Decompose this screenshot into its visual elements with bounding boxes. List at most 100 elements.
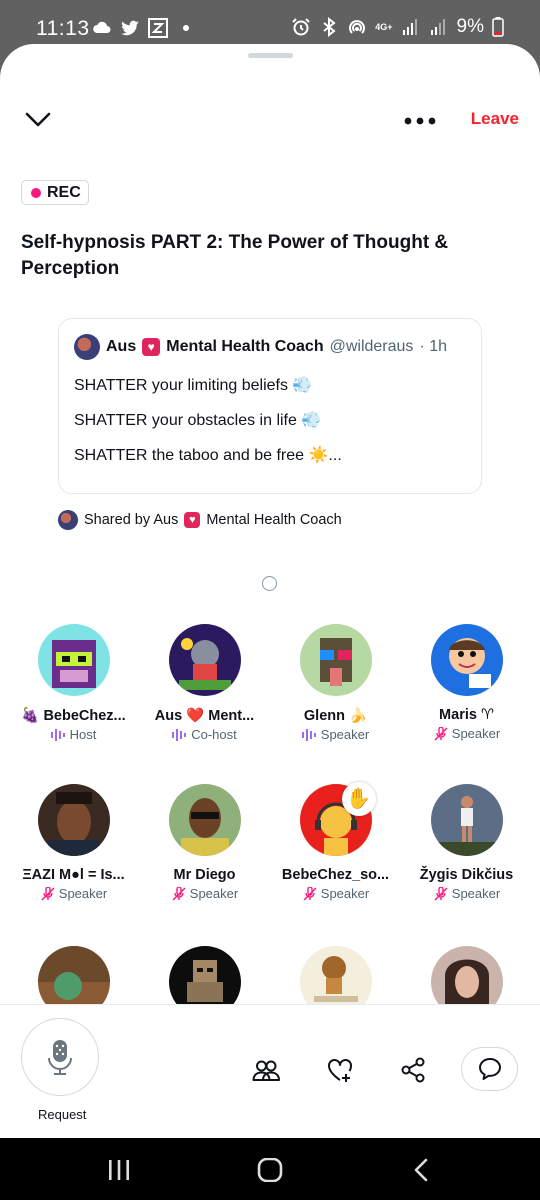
cloud-icon xyxy=(93,21,111,33)
participant-role: Speaker xyxy=(401,726,532,741)
participant-role-label: Speaker xyxy=(451,726,501,741)
back-icon[interactable] xyxy=(408,1158,434,1182)
tweet-text-line: SHATTER your obstacles in life 💨 xyxy=(74,412,322,429)
participant-name: Glenn 🍌 xyxy=(303,708,368,724)
space-header: Leave xyxy=(0,106,540,136)
heart-icon: ♥ xyxy=(184,512,201,528)
status-left-icons xyxy=(92,18,196,38)
participant[interactable]: Maris ♈ Speaker xyxy=(401,624,532,741)
speaking-wave-icon xyxy=(50,728,65,741)
participant[interactable]: Glenn 🍌 Speaker xyxy=(270,624,401,742)
speaking-wave-icon xyxy=(172,728,187,741)
mic-muted-icon xyxy=(41,886,55,900)
space-sheet: Leave REC Self-hypnosis PART 2: The Powe… xyxy=(0,44,540,1138)
participant-name: BebeChez_so... xyxy=(281,867,390,883)
avatar xyxy=(430,784,503,856)
shared-by-suffix: Mental Health Coach xyxy=(206,512,342,528)
participant-role: Host xyxy=(8,727,139,742)
alarm-icon xyxy=(292,18,310,36)
shared-by-row: Shared by Aus ♥ Mental Health Coach xyxy=(58,510,342,530)
tweet-time: · 1h xyxy=(419,338,447,355)
heart-plus-icon[interactable] xyxy=(326,1056,354,1084)
network-type-label: 4G+ xyxy=(375,22,393,32)
participant-name: Žygis Dikčius xyxy=(419,867,514,883)
avatar xyxy=(37,784,110,856)
request-label: Request xyxy=(38,1107,87,1122)
participant[interactable]: 🍇 BebeChez... Host xyxy=(8,624,139,742)
tweet-text-line: SHATTER the taboo and be free ☀️... xyxy=(74,447,342,464)
zillow-icon xyxy=(148,18,168,38)
battery-percent: 9% xyxy=(456,16,484,37)
participant[interactable]: ✋ BebeChez_so... Speaker xyxy=(270,782,401,901)
participant-name: Aus ❤️ Ment... xyxy=(154,708,255,724)
hotspot-icon xyxy=(349,20,366,34)
avatar xyxy=(299,624,372,696)
avatar xyxy=(37,624,110,696)
avatar xyxy=(168,624,241,696)
participant-role-label: Speaker xyxy=(451,886,501,901)
status-time: 11:13 xyxy=(36,17,90,40)
avatar xyxy=(58,510,78,530)
recording-dot-icon xyxy=(31,187,41,198)
tweet-author-name-suffix: Mental Health Coach xyxy=(166,338,324,355)
participant-role: Speaker xyxy=(8,886,139,901)
participant-role-label: Co-host xyxy=(191,727,237,742)
request-mic-button[interactable] xyxy=(21,1018,99,1096)
pinned-tweet-card[interactable]: Aus ♥ Mental Health Coach @wilderaus · 1… xyxy=(58,318,482,494)
avatar-wrapper: ✋ xyxy=(299,782,376,856)
leave-button[interactable]: Leave xyxy=(471,109,519,129)
loading-spinner-icon xyxy=(262,576,277,591)
status-right-icons: 4G+ 9% xyxy=(291,16,504,38)
signal-icon xyxy=(402,19,417,35)
recording-badge: REC xyxy=(21,180,89,205)
participant-role-label: Speaker xyxy=(58,886,108,901)
shared-by-label: Shared by Aus xyxy=(84,512,179,528)
participant-name: Mr Diego xyxy=(173,867,236,883)
reply-button[interactable] xyxy=(461,1047,518,1091)
recording-label: REC xyxy=(47,183,81,201)
bottom-action-bar: Request xyxy=(0,1004,540,1138)
avatar xyxy=(168,784,241,856)
avatar[interactable] xyxy=(74,334,100,360)
participant-role-label: Speaker xyxy=(189,886,239,901)
participant[interactable]: Mr Diego Speaker xyxy=(139,784,270,901)
heart-icon: ♥ xyxy=(142,338,161,356)
tweet-handle: @wilderaus xyxy=(329,338,414,355)
home-icon[interactable] xyxy=(257,1158,283,1182)
battery-icon xyxy=(492,17,504,37)
sheet-grabber[interactable] xyxy=(248,53,293,58)
participant-role: Speaker xyxy=(270,886,401,901)
signal-icon xyxy=(430,19,445,35)
mic-muted-icon xyxy=(172,886,186,900)
share-icon[interactable] xyxy=(399,1056,427,1084)
participant-role-label: Speaker xyxy=(320,727,370,742)
participant[interactable]: Žygis Dikčius Speaker xyxy=(401,784,532,901)
chevron-down-icon[interactable] xyxy=(24,106,52,134)
participant-role: Speaker xyxy=(139,886,270,901)
participant-role-label: Host xyxy=(69,727,97,742)
microphone-icon xyxy=(48,1040,72,1075)
mic-muted-icon xyxy=(434,726,448,740)
mic-muted-icon xyxy=(434,886,448,900)
participant-role-label: Speaker xyxy=(320,886,370,901)
recent-apps-icon[interactable] xyxy=(106,1158,132,1182)
participant-name: 🍇 BebeChez... xyxy=(21,708,126,724)
participant-name: Maris ♈ xyxy=(439,707,494,723)
participant[interactable]: ΞAZI M●l = Is... Speaker xyxy=(8,784,139,901)
system-nav-bar xyxy=(0,1138,540,1200)
people-icon[interactable] xyxy=(252,1056,280,1084)
participant[interactable]: Aus ❤️ Ment... Co-host xyxy=(139,624,270,742)
mic-muted-icon xyxy=(303,886,317,900)
space-title: Self-hypnosis PART 2: The Power of Thoug… xyxy=(21,232,449,279)
tweet-text-line: SHATTER your limiting beliefs 💨 xyxy=(74,377,313,394)
bluetooth-icon xyxy=(323,17,336,37)
raised-hand-icon: ✋ xyxy=(341,782,376,816)
reply-bubble-icon xyxy=(478,1058,501,1080)
avatar xyxy=(430,624,503,696)
participant-role: Speaker xyxy=(401,886,532,901)
dot-icon xyxy=(183,25,189,31)
tweet-header: Aus ♥ Mental Health Coach @wilderaus · 1… xyxy=(74,334,466,360)
more-options-icon[interactable] xyxy=(404,116,436,126)
participant-name: ΞAZI M●l = Is... xyxy=(22,867,125,883)
tweet-author-name: Aus xyxy=(106,338,137,355)
